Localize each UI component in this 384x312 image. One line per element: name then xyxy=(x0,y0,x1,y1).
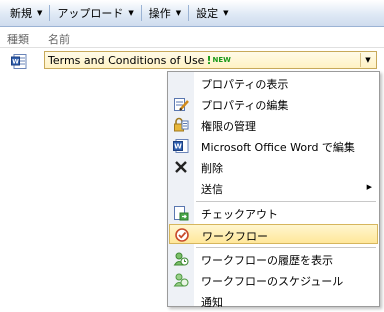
menu-item-edit-in-word[interactable]: W Microsoft Office Word で編集 xyxy=(169,136,378,156)
menu-item-workflows[interactable]: ワークフロー xyxy=(169,224,378,244)
new-indicator-icon: ! xyxy=(206,53,212,67)
toolbar: 新規 ▼ アップロード ▼ 操作 ▼ 設定 ▼ xyxy=(0,0,384,27)
menu-item-edit-properties[interactable]: プロパティの編集 xyxy=(169,94,378,114)
new-menu-button[interactable]: 新規 ▼ xyxy=(4,3,48,23)
menu-item-label: ワークフロー xyxy=(202,230,268,243)
menu-item-label: 送信 xyxy=(201,183,223,196)
permissions-lock-icon xyxy=(173,117,189,133)
menu-item-view-properties[interactable]: プロパティの表示 xyxy=(169,73,378,93)
menu-item-workflow-history[interactable]: ワークフローの履歴を表示 xyxy=(169,249,378,269)
edit-menu-dropdown-icon[interactable]: ▼ xyxy=(360,53,375,67)
menu-item-alert-me[interactable]: 通知 xyxy=(169,291,378,311)
workflow-history-icon xyxy=(173,251,189,267)
menu-separator xyxy=(196,247,376,248)
menu-item-check-out[interactable]: チェックアウト xyxy=(169,203,378,223)
word-icon: W xyxy=(173,138,189,154)
document-title-field[interactable]: Terms and Conditions of Use ! NEW ▼ xyxy=(44,51,377,69)
chevron-down-icon: ▼ xyxy=(37,9,43,17)
menu-item-label: Microsoft Office Word で編集 xyxy=(201,141,355,154)
toolbar-separator xyxy=(140,5,142,21)
menu-item-label: ワークフローの履歴を表示 xyxy=(201,254,333,267)
item-context-menu: プロパティの表示 プロパティの編集 権限の管理 W Microsoft Offi… xyxy=(167,71,380,309)
check-out-icon xyxy=(173,205,189,221)
chevron-down-icon: ▼ xyxy=(223,9,229,17)
new-badge: NEW xyxy=(212,56,231,64)
menu-item-label: 削除 xyxy=(201,162,223,175)
settings-menu-button[interactable]: 設定 ▼ xyxy=(190,3,234,23)
menu-item-label: チェックアウト xyxy=(201,208,278,221)
svg-text:W: W xyxy=(174,143,182,151)
column-header-name[interactable]: 名前 xyxy=(48,31,70,47)
menu-item-manage-permissions[interactable]: 権限の管理 xyxy=(169,115,378,135)
document-title-link[interactable]: Terms and Conditions of Use xyxy=(45,54,204,67)
menu-item-label: 権限の管理 xyxy=(201,120,256,133)
menu-item-send-to[interactable]: 送信 ▶ xyxy=(169,178,378,198)
menu-item-delete[interactable]: 削除 xyxy=(169,157,378,177)
menu-item-label: ワークフローのスケジュール xyxy=(201,275,344,288)
toolbar-separator xyxy=(188,5,190,21)
settings-menu-label: 設定 xyxy=(196,7,219,20)
upload-menu-button[interactable]: アップロード ▼ xyxy=(51,3,139,23)
header-divider xyxy=(0,47,384,48)
menu-item-label: プロパティの編集 xyxy=(201,99,289,112)
chevron-down-icon: ▼ xyxy=(128,9,134,17)
toolbar-separator xyxy=(49,5,51,21)
svg-text:W: W xyxy=(12,59,19,66)
word-document-icon[interactable]: W xyxy=(11,54,27,69)
edit-properties-icon xyxy=(173,96,189,112)
chevron-down-icon: ▼ xyxy=(175,9,182,17)
menu-separator xyxy=(196,201,376,202)
delete-x-icon xyxy=(173,159,189,175)
menu-item-label: プロパティの表示 xyxy=(201,78,289,91)
workflow-schedule-icon xyxy=(173,272,189,288)
actions-menu-button[interactable]: 操作 ▼ xyxy=(143,3,187,23)
workflow-icon xyxy=(174,227,190,243)
new-menu-label: 新規 xyxy=(10,7,32,20)
submenu-arrow-icon: ▶ xyxy=(366,183,372,191)
actions-menu-label: 操作 xyxy=(148,7,171,20)
menu-item-workflow-schedule[interactable]: ワークフローのスケジュール xyxy=(169,270,378,290)
column-header-type[interactable]: 種類 xyxy=(7,31,29,47)
menu-item-label: 通知 xyxy=(201,296,223,309)
upload-menu-label: アップロード xyxy=(57,7,124,20)
